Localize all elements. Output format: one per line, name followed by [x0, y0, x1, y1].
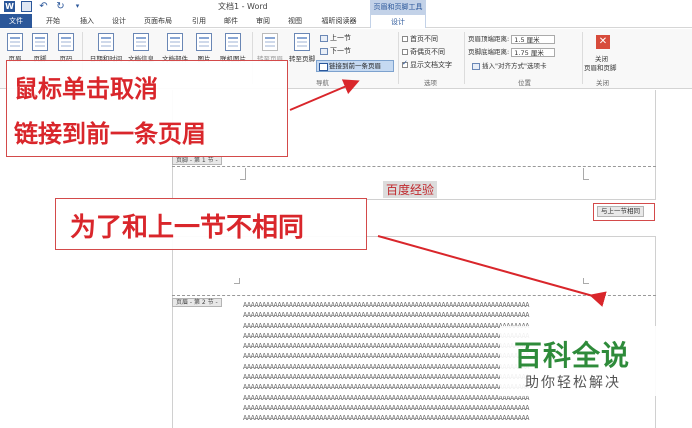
arrow-to-link-button [289, 79, 360, 111]
word-window: W ↶ ↻ ▾ 文档1 - Word 页眉和页脚工具 文件 开始 插入 设计 页… [0, 0, 692, 428]
arrow-to-same-as-previous [377, 235, 607, 307]
brand-logo-text: 百科全说 [514, 339, 631, 372]
brand-tagline: 助你轻松解决 [525, 375, 621, 391]
